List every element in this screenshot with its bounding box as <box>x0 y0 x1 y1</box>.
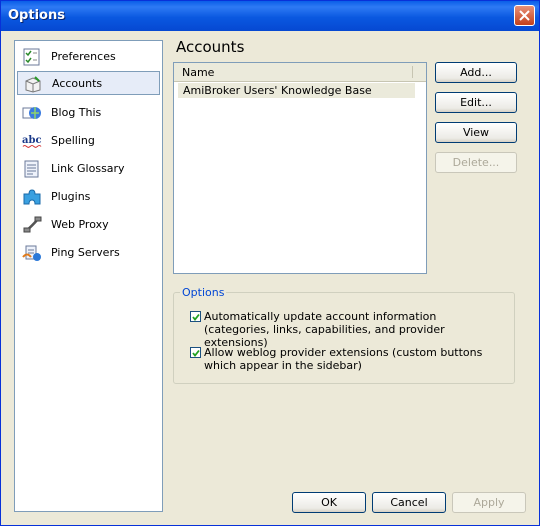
sidebar-item-label: Accounts <box>52 77 103 90</box>
auto-update-label[interactable]: Automatically update account information… <box>204 310 504 349</box>
title-bar: Options <box>1 1 539 31</box>
close-icon <box>519 10 530 21</box>
ping-servers-icon <box>22 245 41 261</box>
delete-button[interactable]: Delete... <box>435 152 517 173</box>
column-header-label: Name <box>182 66 215 79</box>
sidebar-item-label: Spelling <box>51 134 95 147</box>
auto-update-checkbox[interactable] <box>190 311 201 322</box>
provider-extensions-checkbox[interactable] <box>190 347 201 358</box>
svg-text:abc: abc <box>22 135 42 146</box>
preferences-icon <box>23 48 40 66</box>
sidebar-item-label: Link Glossary <box>51 162 125 175</box>
window-title: Options <box>8 8 65 23</box>
cancel-button[interactable]: Cancel <box>372 492 446 513</box>
provider-extensions-label[interactable]: Allow weblog provider extensions (custom… <box>204 346 504 372</box>
options-group-title: Options <box>180 286 227 299</box>
sidebar-item-link-glossary[interactable]: Link Glossary <box>17 157 160 181</box>
apply-button[interactable]: Apply <box>452 492 526 513</box>
sidebar-item-spelling[interactable]: abc Spelling <box>17 129 160 153</box>
sidebar: Preferences Accounts Blog This abc Spell… <box>14 40 163 512</box>
checkmark-icon <box>192 313 200 321</box>
web-proxy-icon <box>23 216 42 233</box>
accounts-icon <box>25 76 41 93</box>
view-button[interactable]: View <box>435 122 517 143</box>
spelling-icon: abc <box>22 135 42 148</box>
sidebar-item-plugins[interactable]: Plugins <box>17 185 160 209</box>
sidebar-item-label: Web Proxy <box>51 218 109 231</box>
ok-button[interactable]: OK <box>292 492 366 513</box>
column-separator[interactable] <box>412 66 413 78</box>
edit-button[interactable]: Edit... <box>435 92 517 113</box>
sidebar-item-preferences[interactable]: Preferences <box>17 45 160 69</box>
sidebar-item-label: Plugins <box>51 190 91 203</box>
sidebar-item-label: Blog This <box>51 106 102 119</box>
add-button[interactable]: Add... <box>435 62 517 83</box>
page-title: Accounts <box>176 38 245 56</box>
sidebar-item-ping-servers[interactable]: Ping Servers <box>17 241 160 265</box>
sidebar-item-label: Ping Servers <box>51 246 120 259</box>
column-header-name[interactable]: Name <box>174 63 426 82</box>
blog-this-icon <box>22 107 41 119</box>
close-button[interactable] <box>514 5 535 26</box>
sidebar-item-accounts[interactable]: Accounts <box>17 71 160 95</box>
link-glossary-icon <box>24 160 39 178</box>
accounts-list[interactable]: Name AmiBroker Users' Knowledge Base <box>173 62 427 274</box>
checkmark-icon <box>192 349 200 357</box>
sidebar-item-blog-this[interactable]: Blog This <box>17 101 160 125</box>
list-item-label: AmiBroker Users' Knowledge Base <box>183 84 372 97</box>
list-item[interactable]: AmiBroker Users' Knowledge Base <box>178 83 415 98</box>
sidebar-item-web-proxy[interactable]: Web Proxy <box>17 213 160 237</box>
sidebar-item-label: Preferences <box>51 50 116 63</box>
plugins-icon <box>23 189 41 205</box>
